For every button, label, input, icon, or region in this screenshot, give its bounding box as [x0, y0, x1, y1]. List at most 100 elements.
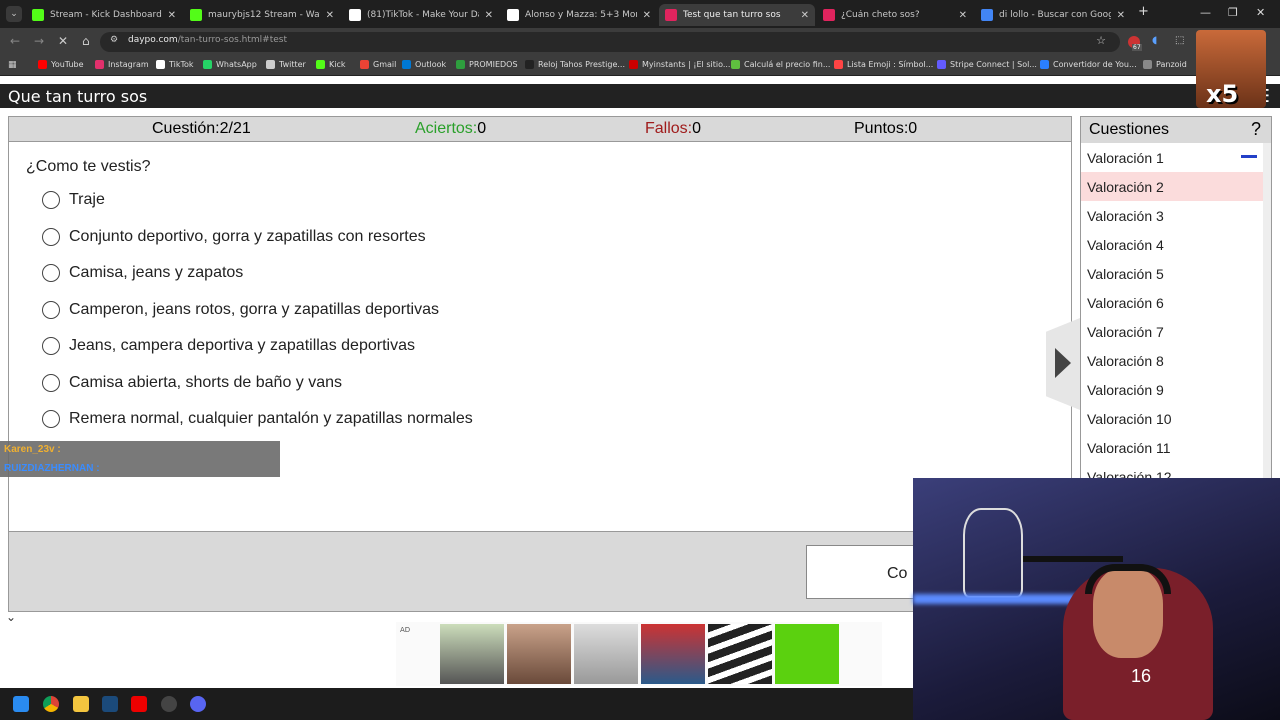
sidebar-item-valoracion[interactable]: Valoración 5: [1081, 259, 1271, 288]
sidebar-item-valoracion[interactable]: Valoración 11: [1081, 433, 1271, 462]
ad-product-image[interactable]: [775, 624, 839, 684]
continue-button[interactable]: Co: [806, 545, 926, 599]
sidebar-item-valoracion[interactable]: Valoración 1: [1081, 143, 1271, 172]
address-bar[interactable]: ⚙ daypo.com/tan-turro-sos.html#test ☆: [100, 32, 1120, 52]
forward-icon[interactable]: →: [34, 34, 44, 48]
browser-tab[interactable]: Alonso y Mazza: 5+3 Momentos ✕: [501, 4, 657, 26]
answer-option[interactable]: Jeans, campera deportiva y zapatillas de…: [42, 337, 415, 355]
answer-option[interactable]: Conjunto deportivo, gorra y zapatillas c…: [42, 227, 426, 246]
ad-product-image[interactable]: [708, 624, 772, 684]
apps-icon[interactable]: ▦: [8, 60, 17, 70]
bookmark-item[interactable]: Outlook: [402, 60, 446, 69]
next-arrow-button[interactable]: [1046, 318, 1080, 410]
radio-button[interactable]: [42, 264, 60, 282]
sidebar-item-label: Valoración 11: [1087, 440, 1171, 456]
answer-option[interactable]: Remera normal, cualquier pantalón y zapa…: [42, 410, 473, 428]
bookmark-item[interactable]: YouTube: [38, 60, 84, 69]
back-icon[interactable]: ←: [10, 34, 20, 48]
answer-label: Camisa, jeans y zapatos: [69, 264, 244, 281]
answer-option[interactable]: Traje: [42, 191, 105, 209]
radio-button[interactable]: [42, 410, 60, 428]
chrome-icon[interactable]: [43, 696, 59, 712]
ad-product-image[interactable]: [440, 624, 504, 684]
collapse-icon[interactable]: ⌄: [6, 610, 16, 624]
tab-search-button[interactable]: ⌄: [6, 6, 22, 22]
browser-tab[interactable]: (81)TikTok - Make Your Day ✕: [343, 4, 499, 26]
sidebar-item-valoracion[interactable]: Valoración 4: [1081, 230, 1271, 259]
tab-close-icon[interactable]: ✕: [959, 10, 967, 21]
answer-option[interactable]: Camisa, jeans y zapatos: [42, 264, 243, 282]
restore-button[interactable]: ❐: [1228, 6, 1238, 19]
radio-button[interactable]: [42, 227, 60, 246]
sidebar-item-label: Valoración 6: [1087, 295, 1164, 311]
bookmarks-bar: ▦ YouTube Instagram TikTok WhatsApp Twitter K…: [0, 56, 1280, 76]
bookmark-star-icon[interactable]: ☆: [1096, 34, 1106, 47]
tab-close-icon[interactable]: ✕: [1117, 10, 1125, 21]
tab-close-icon[interactable]: ✕: [326, 10, 334, 21]
bookmark-item[interactable]: Stripe Connect | Sol...: [937, 60, 1037, 69]
new-tab-button[interactable]: +: [1138, 4, 1149, 19]
browser-tab[interactable]: di lollo - Buscar con Google ✕: [975, 4, 1131, 26]
browser-tab[interactable]: ¿Cuán cheto sos? ✕: [817, 4, 973, 26]
browser-tab[interactable]: Stream - Kick Dashboard ✕: [26, 4, 182, 26]
sidebar-item-valoracion[interactable]: Valoración 9: [1081, 375, 1271, 404]
youtube-icon[interactable]: [131, 696, 147, 712]
bookmark-item[interactable]: Panzoid: [1143, 60, 1187, 69]
steam-icon[interactable]: [102, 696, 118, 712]
discord-icon[interactable]: [190, 696, 206, 712]
close-window-button[interactable]: ✕: [1256, 6, 1265, 19]
ad-banner[interactable]: AD: [396, 622, 882, 686]
bookmark-item[interactable]: Convertidor de You...: [1040, 60, 1137, 69]
bookmark-favicon-icon: [629, 60, 638, 69]
windows-start-icon[interactable]: [13, 696, 29, 712]
sidebar-item-valoracion[interactable]: Valoración 8: [1081, 346, 1271, 375]
tab-close-icon[interactable]: ✕: [485, 10, 493, 21]
sidebar-item-valoracion[interactable]: Valoración 10: [1081, 404, 1271, 433]
site-info-icon[interactable]: ⚙: [110, 35, 118, 45]
extensions-icon[interactable]: ⬚: [1175, 35, 1184, 46]
bookmark-item[interactable]: Twitter: [266, 60, 306, 69]
radio-button[interactable]: [42, 373, 60, 392]
bookmark-label: Instagram: [108, 60, 149, 69]
sidebar-scrollbar[interactable]: [1263, 143, 1271, 479]
tab-close-icon[interactable]: ✕: [643, 10, 651, 21]
ad-product-image[interactable]: [574, 624, 638, 684]
answer-option[interactable]: Camisa abierta, shorts de baño y vans: [42, 373, 342, 392]
tab-strip: ⌄ Stream - Kick Dashboard ✕ maurybjs12 Str…: [0, 0, 1280, 28]
bookmark-item[interactable]: Gmail: [360, 60, 396, 69]
bookmark-item[interactable]: Lista Emoji : Símbol...: [834, 60, 933, 69]
radio-button[interactable]: [42, 337, 60, 355]
ad-product-image[interactable]: [507, 624, 571, 684]
bookmark-item[interactable]: PROMIEDOS: [456, 60, 518, 69]
sidebar-item-label: Valoración 7: [1087, 324, 1164, 340]
bookmark-item[interactable]: WhatsApp: [203, 60, 257, 69]
file-explorer-icon[interactable]: [73, 696, 89, 712]
bookmark-item[interactable]: Calculá el precio fin...: [731, 60, 830, 69]
bookmark-favicon-icon: [360, 60, 369, 69]
home-icon[interactable]: ⌂: [82, 34, 90, 48]
streamer-overlay-image: x5: [1196, 30, 1266, 108]
bookmark-item[interactable]: Reloj Tahos Prestige...: [525, 60, 625, 69]
ad-product-image[interactable]: [641, 624, 705, 684]
questions-sidebar: Cuestiones? Valoración 1 Valoración 2 Valo…: [1080, 116, 1272, 480]
sidebar-item-valoracion[interactable]: Valoración 3: [1081, 201, 1271, 230]
browser-tab[interactable]: maurybjs12 Stream - Watch Live ✕: [184, 4, 340, 26]
answer-option[interactable]: Camperon, jeans rotos, gorra y zapatilla…: [42, 300, 439, 319]
bookmark-item[interactable]: Kick: [316, 60, 346, 69]
sidebar-item-valoracion[interactable]: Valoración 6: [1081, 288, 1271, 317]
bookmark-item[interactable]: Myinstants | ¡El sitio...: [629, 60, 730, 69]
help-icon[interactable]: ?: [1251, 119, 1261, 140]
bookmark-item[interactable]: TikTok: [156, 60, 194, 69]
radio-button[interactable]: [42, 191, 60, 209]
tab-close-icon[interactable]: ✕: [801, 10, 809, 21]
obs-icon[interactable]: [161, 696, 177, 712]
reload-icon[interactable]: ✕: [58, 34, 68, 48]
sidebar-item-valoracion[interactable]: Valoración 7: [1081, 317, 1271, 346]
tab-close-icon[interactable]: ✕: [168, 10, 176, 21]
minimize-button[interactable]: —: [1200, 6, 1211, 19]
sidebar-item-valoracion[interactable]: Valoración 2: [1081, 172, 1271, 201]
audio-icon[interactable]: ◖: [1152, 35, 1157, 46]
browser-tab[interactable]: Test que tan turro sos ✕: [659, 4, 815, 26]
radio-button[interactable]: [42, 300, 60, 319]
bookmark-item[interactable]: Instagram: [95, 60, 149, 69]
